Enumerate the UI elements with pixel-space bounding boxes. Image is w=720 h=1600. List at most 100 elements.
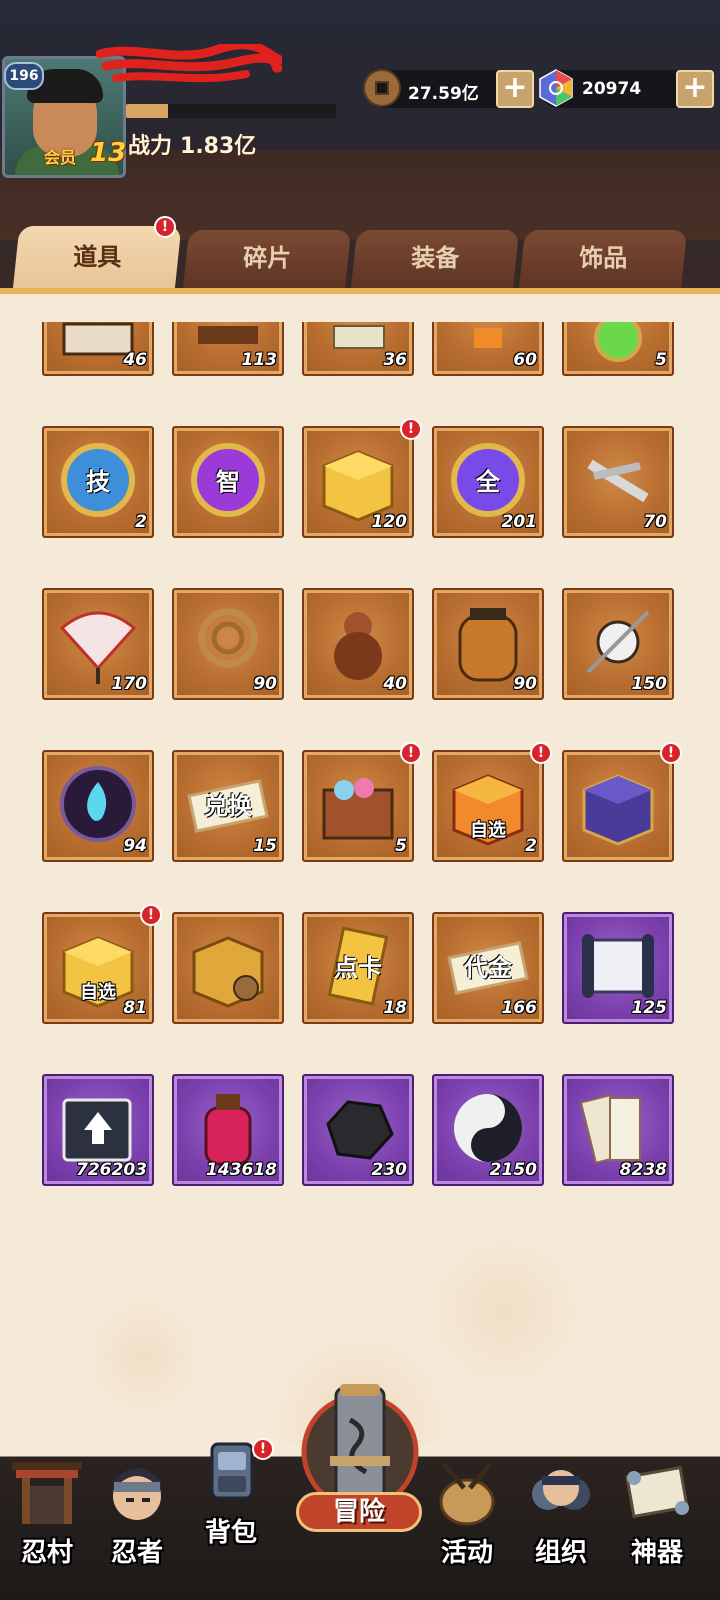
item-glyph: 点卡 (334, 954, 382, 982)
item-quantity: 113 (241, 350, 278, 370)
item-slot-gold-voucher[interactable]: 代金 166 (432, 912, 544, 1024)
chest-icon (322, 778, 394, 840)
power-value: 1.83亿 (180, 134, 257, 159)
tab-items-label: 道具 (73, 243, 122, 271)
item-quantity: 143618 (206, 1160, 277, 1180)
drum-icon (439, 1462, 495, 1526)
book-icon (62, 1098, 132, 1162)
item-slot-item-partial-2[interactable]: 113 (172, 322, 284, 376)
item-slot-kunai-bundle[interactable]: 70 (562, 426, 674, 538)
gem-amount: 20974 (582, 79, 642, 99)
item-quantity: 201 (501, 512, 538, 532)
flame-orb-icon (60, 766, 136, 842)
item-slot-rope-coil[interactable]: 90 (172, 588, 284, 700)
currency-copper: 27.59亿 + (363, 69, 534, 108)
coin-box-icon (192, 936, 264, 1008)
kunai-icon (587, 459, 649, 503)
item-slot-war-fan[interactable]: 170 (42, 588, 154, 700)
item-slot-all-orb[interactable]: 全 201 (432, 426, 544, 538)
item-quantity: 81 (123, 998, 147, 1018)
nav-organization[interactable]: 组织 (516, 1458, 606, 1598)
bottle-icon (204, 1094, 252, 1166)
vip-level: 13 (90, 138, 127, 168)
item-slot-yin-yang[interactable]: 2150 (432, 1074, 544, 1186)
item-quantity: 2150 (489, 1160, 537, 1180)
green-orb-icon (594, 322, 642, 362)
tab-equipment-label: 装备 (411, 244, 460, 272)
item-slot-gold-box[interactable]: 120! (302, 418, 422, 538)
item-quantity: 726203 (76, 1160, 147, 1180)
backpack-alert-icon: ! (252, 1438, 274, 1460)
ninja-icon (113, 1468, 161, 1520)
nav-artifact[interactable]: 神器 (612, 1458, 702, 1598)
purple-box-icon (582, 774, 654, 846)
item-quantity: 120 (371, 512, 408, 532)
nav-activity[interactable]: 活动 (422, 1458, 512, 1598)
scroll-icon (582, 934, 654, 998)
nav-village[interactable]: 忍村 (2, 1458, 92, 1598)
item-quantity: 46 (123, 350, 147, 370)
item-slot-chakra-bottle[interactable]: 143618 (172, 1074, 284, 1186)
item-slot-coin-box[interactable] (172, 912, 284, 1024)
tab-accessories-label: 饰品 (579, 244, 628, 272)
item-slot-select-gold-box[interactable]: 自选 81! (42, 904, 162, 1024)
item-quantity: 94 (123, 836, 147, 856)
scroll-adventure-icon (301, 1384, 419, 1510)
item-quantity: 15 (253, 836, 277, 856)
item-slot-select-gift-box[interactable]: 自选 2! (432, 742, 552, 862)
item-slot-item-partial-4[interactable]: 60 (432, 322, 544, 376)
tab-fragments-label: 碎片 (243, 244, 292, 272)
item-slot-point-card[interactable]: 点卡 18 (302, 912, 414, 1024)
item-slot-treasure-chest[interactable]: 5! (302, 742, 422, 862)
item-slot-skill-scroll[interactable]: 技2 (42, 426, 154, 538)
item-slot-sake-jar[interactable]: 90 (432, 588, 544, 700)
item-slot-purple-box[interactable]: ! (562, 742, 682, 862)
copper-amount: 27.59亿 (408, 84, 479, 104)
item-glyph: 智 (216, 468, 240, 496)
gold-box-icon (322, 450, 394, 522)
item-slot-wisdom-orb[interactable]: 智 (172, 426, 284, 538)
item-slot-exp-book[interactable]: 726203 (42, 1074, 154, 1186)
nav-activity-label: 活动 (440, 1538, 493, 1568)
item-slot-scroll[interactable]: 125 (562, 912, 674, 1024)
item-slot-blue-flame-orb[interactable]: 94 (42, 750, 154, 862)
item-glyph: 兑换 (204, 792, 252, 820)
add-copper-button[interactable]: + (496, 70, 534, 108)
item-glyph: 代金 (464, 954, 512, 982)
vip-label: 会员 (44, 148, 77, 167)
nav-adventure[interactable]: 冒险 (290, 1380, 430, 1540)
player-level-badge: 196 (4, 62, 44, 90)
nav-ninja[interactable]: 忍者 (92, 1458, 182, 1598)
item-quantity: 90 (253, 674, 277, 694)
item-quantity: 170 (111, 674, 148, 694)
item-grid[interactable]: 46 113 36 60 5 技 2 智 120! 全 201 70 170 90 40 90 150 94 兑换 1… (0, 322, 720, 1222)
tab-fragments[interactable]: 碎片 (182, 230, 352, 290)
add-gem-button[interactable]: + (676, 70, 714, 108)
item-quantity: 70 (643, 512, 667, 532)
copper-coin-icon (363, 69, 401, 107)
nav-adventure-label: 冒险 (296, 1492, 422, 1532)
yin-yang-icon (454, 1094, 522, 1162)
gourd-icon (334, 612, 382, 680)
needle-icon (586, 610, 650, 674)
item-slot-black-stone[interactable]: 230 (302, 1074, 414, 1186)
item-slot-item-partial-1[interactable]: 46 (42, 322, 154, 376)
item-quantity: 5 (395, 836, 407, 856)
item-slot-talisman-papers[interactable]: 8238 (562, 1074, 674, 1186)
tab-items[interactable]: 道具 (12, 226, 182, 292)
nav-ninja-label: 忍者 (110, 1538, 163, 1568)
item-quantity: 230 (371, 1160, 408, 1180)
item-slot-item-partial-3[interactable]: 36 (302, 322, 414, 376)
item-slot-gourd[interactable]: 40 (302, 588, 414, 700)
item-slot-voucher-ticket[interactable]: 兑换 15 (172, 750, 284, 862)
nav-backpack[interactable]: ! 背包 (186, 1438, 276, 1578)
currency-gem: 20974 + (539, 69, 714, 108)
tab-equipment[interactable]: 装备 (350, 230, 520, 290)
tab-accessories[interactable]: 饰品 (518, 230, 688, 290)
nav-backpack-label: 背包 (204, 1518, 257, 1548)
nav-village-label: 忍村 (20, 1538, 73, 1568)
item-alert-icon: ! (530, 742, 552, 764)
item-slot-item-partial-5[interactable]: 5 (562, 322, 674, 376)
item-slot-needle-scroll[interactable]: 150 (562, 588, 674, 700)
nav-artifact-label: 神器 (630, 1538, 683, 1568)
